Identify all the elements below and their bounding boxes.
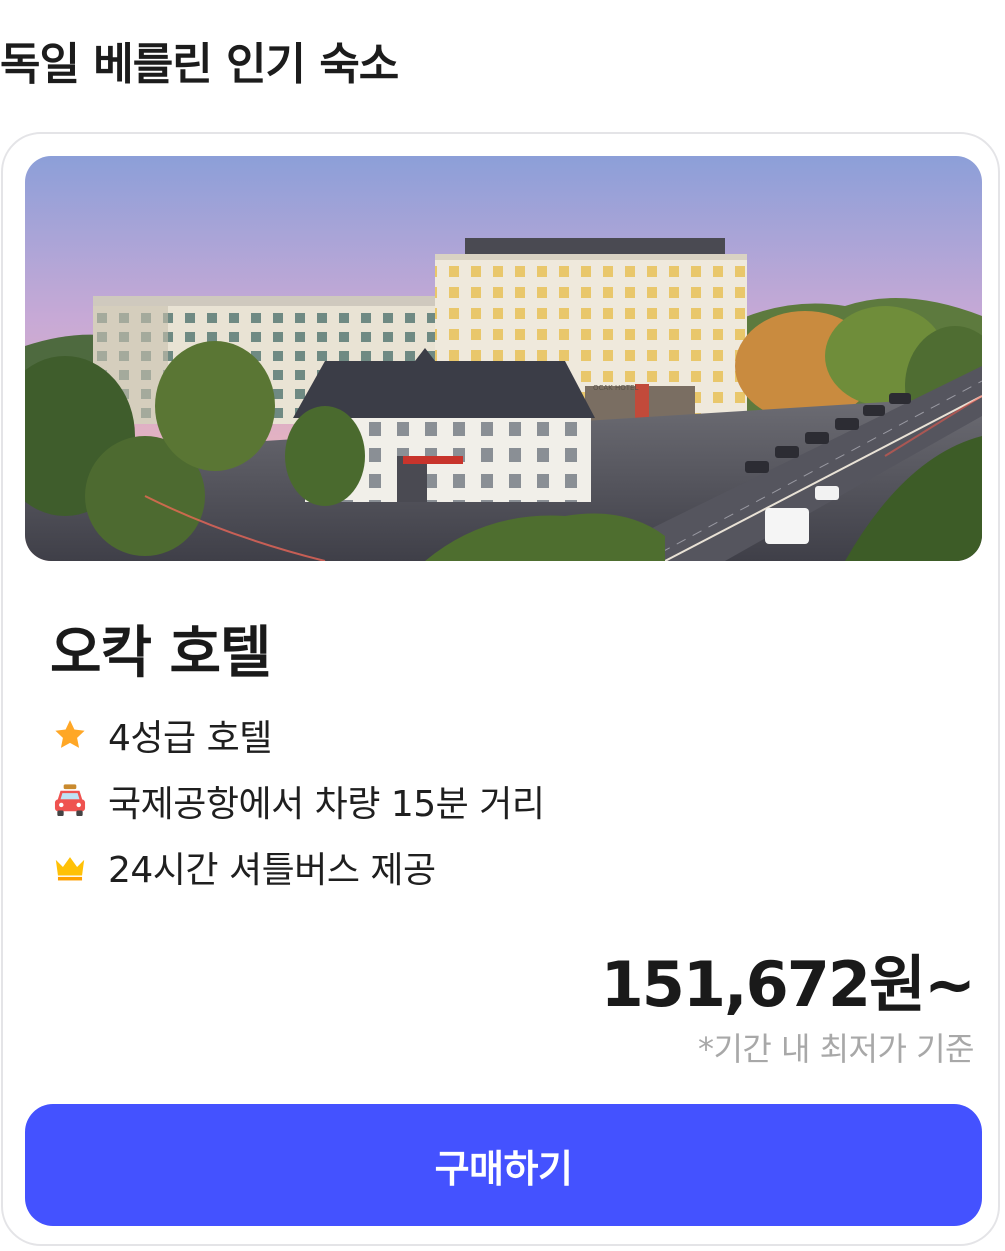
feature-list: 4성급 호텔 국제공항에서 차량 15분 거리 24시간 셔틀버스 제공 — [50, 702, 545, 900]
section-title: 독일 베를린 인기 숙소 — [0, 39, 399, 90]
car-icon — [50, 781, 90, 821]
page: 독일 베를린 인기 숙소 OCAK HOTEL 오칵 호텔 4성급 호텔 국제공… — [0, 0, 1005, 1251]
hotel-card[interactable]: OCAK HOTEL 오칵 호텔 4성급 호텔 국제공항에서 차량 15분 거리… — [1, 132, 1000, 1246]
buy-button[interactable]: 구매하기 — [25, 1104, 982, 1226]
star-icon — [50, 715, 90, 755]
crown-icon — [50, 847, 90, 887]
feature-item-shuttle: 24시간 셔틀버스 제공 — [50, 834, 544, 900]
price-note: *기간 내 최저가 기준 — [697, 1030, 975, 1068]
feature-item-rating: 4성급 호텔 — [50, 702, 544, 768]
feature-text-airport: 국제공항에서 차량 15분 거리 — [108, 784, 545, 825]
price: 151,672원~ — [600, 948, 976, 1021]
feature-text-rating: 4성급 호텔 — [108, 718, 272, 759]
hotel-name: 오칵 호텔 — [50, 621, 272, 686]
hotel-sign-text: OCAK HOTEL — [593, 384, 638, 392]
feature-text-shuttle: 24시간 셔틀버스 제공 — [108, 850, 436, 891]
feature-item-airport: 국제공항에서 차량 15분 거리 — [50, 768, 545, 834]
hotel-photo: OCAK HOTEL — [25, 156, 982, 561]
